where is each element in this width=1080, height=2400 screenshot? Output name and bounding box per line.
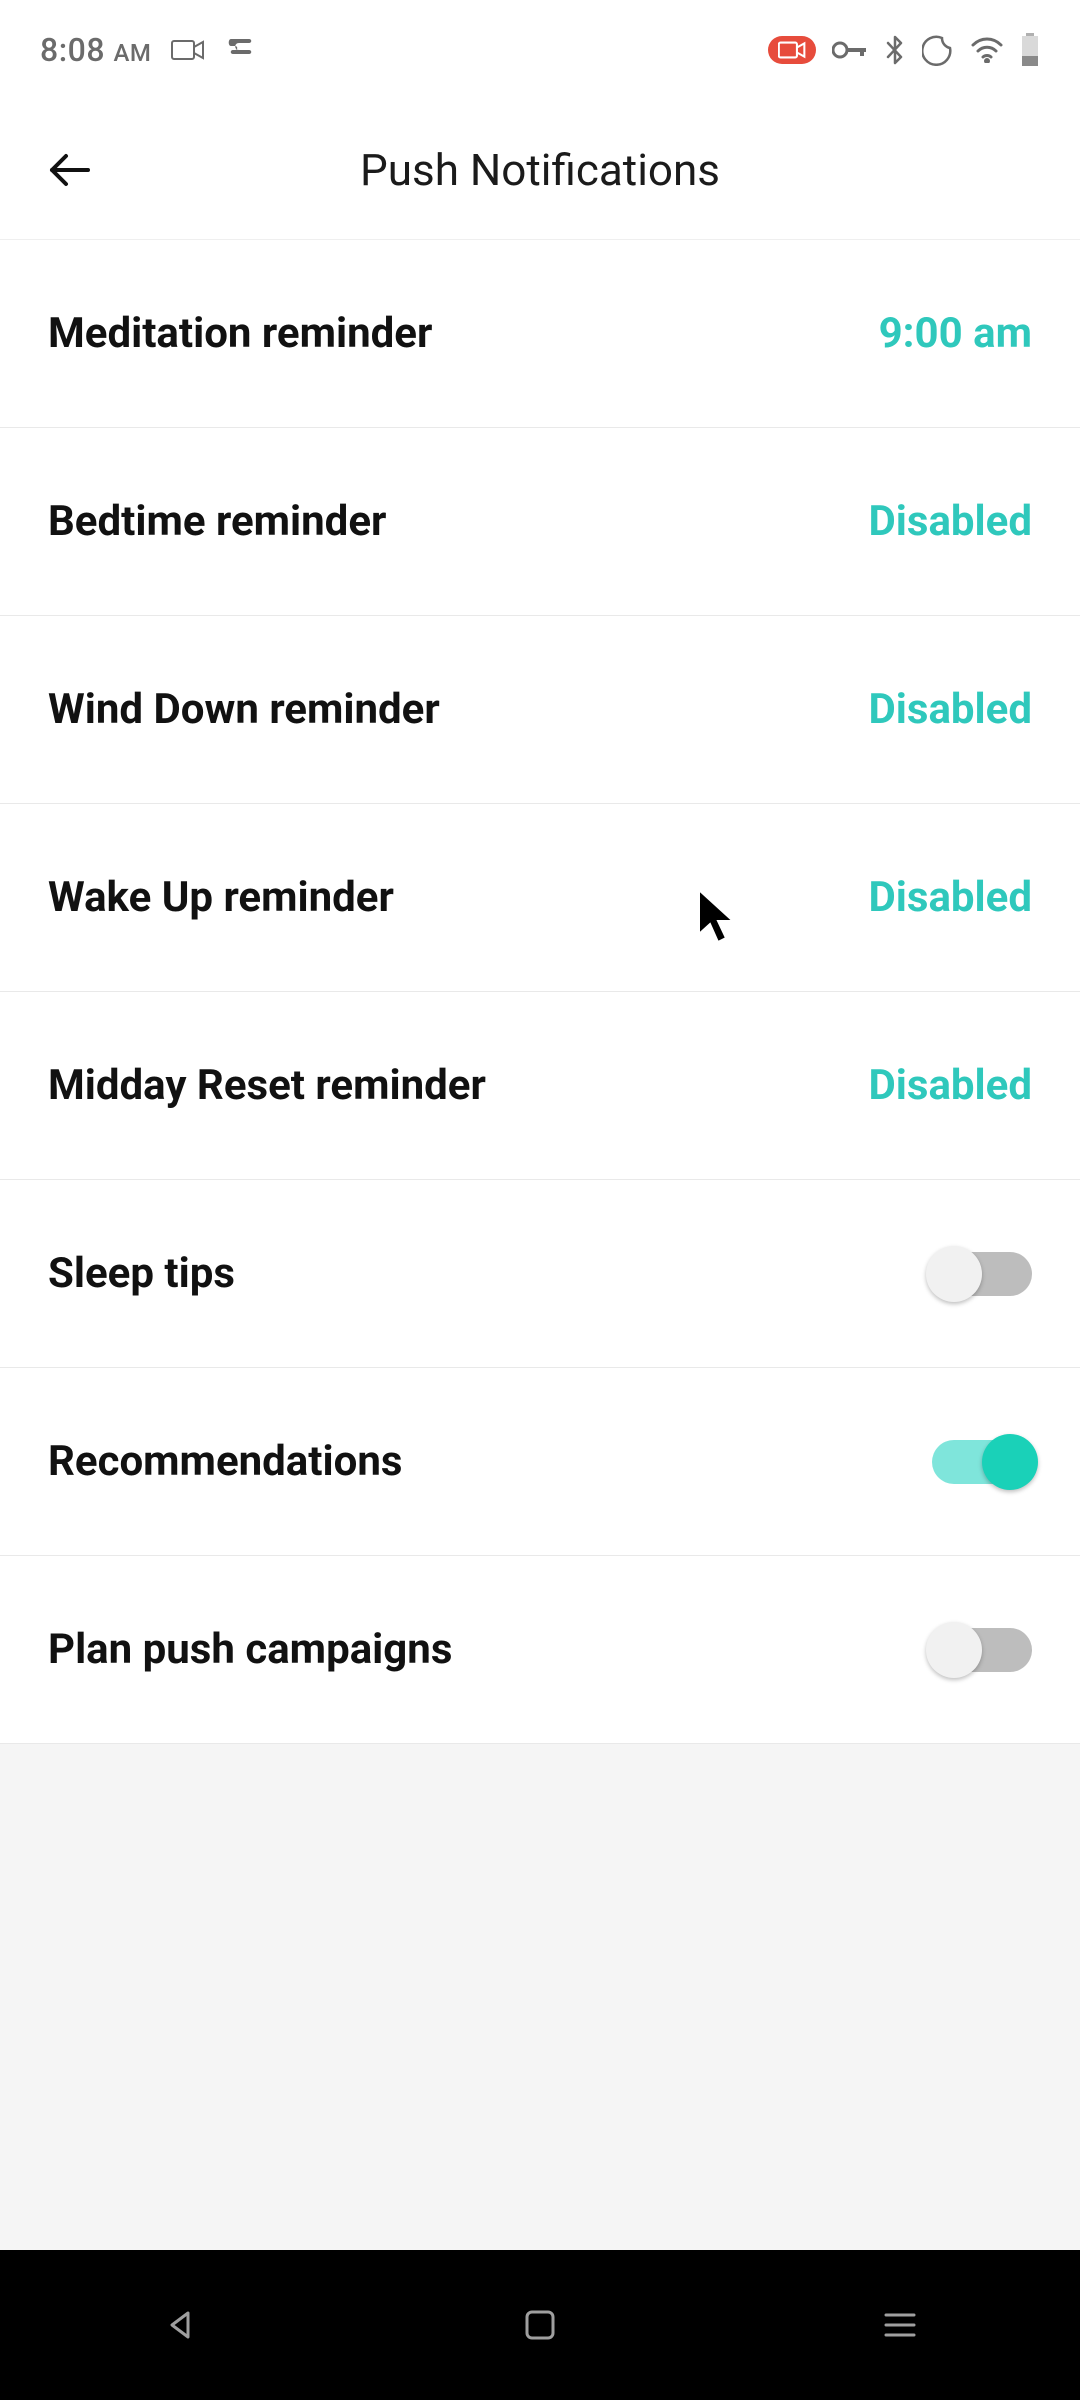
row-label: Sleep tips (48, 1249, 235, 1298)
row-label: Plan push campaigns (48, 1625, 452, 1674)
row-label: Recommendations (48, 1437, 402, 1486)
row-value: Disabled (868, 497, 1032, 546)
empty-space (0, 1744, 1080, 2250)
recommendations-toggle[interactable] (932, 1440, 1032, 1484)
nav-home-button[interactable] (500, 2285, 580, 2365)
status-clock: 8:08 (40, 31, 105, 69)
row-sleep-tips[interactable]: Sleep tips (0, 1180, 1080, 1368)
row-wake-up-reminder[interactable]: Wake Up reminder Disabled (0, 804, 1080, 992)
triangle-back-icon (160, 2305, 200, 2345)
status-ampm: AM (113, 39, 151, 67)
row-meditation-reminder[interactable]: Meditation reminder 9:00 am (0, 240, 1080, 428)
row-value: Disabled (868, 873, 1032, 922)
row-wind-down-reminder[interactable]: Wind Down reminder Disabled (0, 616, 1080, 804)
system-nav-bar (0, 2250, 1080, 2400)
cast-icon (225, 37, 255, 63)
row-label: Meditation reminder (48, 309, 432, 358)
row-bedtime-reminder[interactable]: Bedtime reminder Disabled (0, 428, 1080, 616)
plan-push-campaigns-toggle[interactable] (932, 1628, 1032, 1672)
row-midday-reset-reminder[interactable]: Midday Reset reminder Disabled (0, 992, 1080, 1180)
battery-icon (1020, 33, 1040, 67)
row-value: Disabled (868, 1061, 1032, 1110)
row-label: Wake Up reminder (48, 873, 394, 922)
bluetooth-icon (884, 34, 906, 66)
row-label: Bedtime reminder (48, 497, 386, 546)
settings-list: Meditation reminder 9:00 am Bedtime remi… (0, 240, 1080, 1744)
page-title: Push Notifications (360, 144, 720, 196)
vpn-key-icon (832, 40, 868, 60)
menu-recent-icon (880, 2309, 920, 2341)
row-value: Disabled (868, 685, 1032, 734)
do-not-disturb-icon (922, 34, 954, 66)
nav-back-button[interactable] (140, 2285, 220, 2365)
back-button[interactable] (20, 120, 120, 220)
wifi-icon (970, 37, 1004, 63)
sleep-tips-toggle[interactable] (932, 1252, 1032, 1296)
row-label: Midday Reset reminder (48, 1061, 486, 1110)
row-label: Wind Down reminder (48, 685, 440, 734)
square-home-icon (522, 2307, 558, 2343)
nav-recent-button[interactable] (860, 2285, 940, 2365)
arrow-left-icon (42, 142, 98, 198)
status-bar: 8:08 AM (0, 0, 1080, 100)
app-bar: Push Notifications (0, 100, 1080, 240)
status-time: 8:08 AM (40, 31, 151, 69)
row-plan-push-campaigns[interactable]: Plan push campaigns (0, 1556, 1080, 1744)
screen-record-icon (171, 38, 205, 62)
row-recommendations[interactable]: Recommendations (0, 1368, 1080, 1556)
row-value: 9:00 am (879, 309, 1032, 358)
recording-badge-icon (768, 36, 816, 64)
